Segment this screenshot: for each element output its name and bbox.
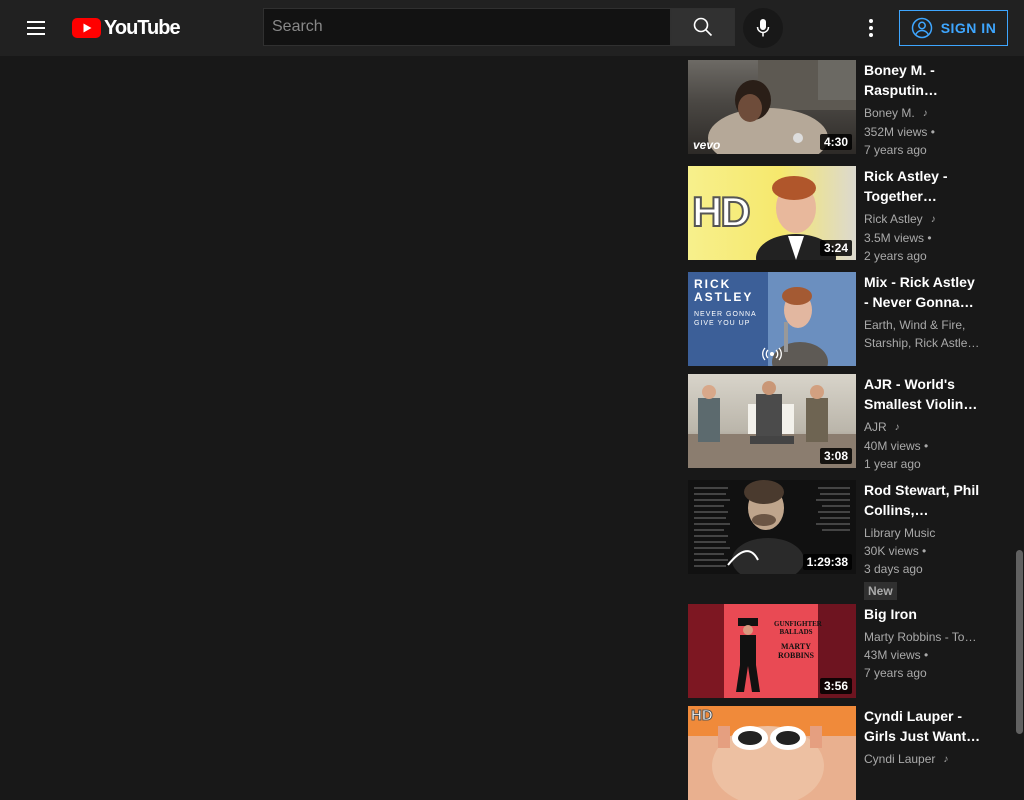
search-button[interactable] [671, 8, 735, 46]
upload-date: 2 years ago [864, 249, 927, 263]
upload-date: 7 years ago [864, 666, 927, 680]
upload-date: 3 days ago [864, 562, 923, 576]
more-vert-icon[interactable] [856, 12, 886, 44]
youtube-logo-icon [72, 18, 101, 38]
video-meta: Rod Stewart, Phil Collins,… Library Musi… [864, 480, 982, 600]
account-circle-icon [911, 17, 932, 39]
video-thumbnail[interactable]: GUNFIGHTER BALLADS MARTY ROBBINS 3:56 [688, 604, 856, 698]
search-icon [693, 17, 713, 37]
video-duration: 3:08 [819, 448, 852, 464]
thumbnail-image [688, 706, 856, 800]
video-meta: Big Iron Marty Robbins - To… 43M views •… [864, 604, 982, 682]
thumbnail-title-text: RICK ASTLEY NEVER GONNA GIVE YOU UP [694, 277, 757, 328]
upload-date: 7 years ago [864, 143, 927, 157]
search-input[interactable] [264, 9, 670, 45]
sign-in-label: SIGN IN [940, 20, 997, 36]
video-title[interactable]: Mix - Rick Astley - Never Gonna Gi… [864, 272, 982, 312]
video-meta: Boney M. - Rasputin (Sopot… Boney M.♪ 35… [864, 60, 982, 159]
video-meta: Mix - Rick Astley - Never Gonna Gi… Eart… [864, 272, 982, 352]
video-thumbnail[interactable]: HD [688, 706, 856, 800]
hd-label: HD [691, 707, 714, 725]
channel-name[interactable]: Library Music [864, 524, 982, 542]
upload-date: 1 year ago [864, 457, 921, 471]
mix-artists-continued: Starship, Rick Astle… [864, 336, 980, 350]
video-thumbnail[interactable]: 1:29:38 [688, 480, 856, 574]
hd-label: HD [691, 187, 752, 236]
video-title[interactable]: Rick Astley - Together Foreve… [864, 166, 982, 206]
voice-search-button[interactable] [743, 8, 783, 48]
view-count: 30K views • [864, 544, 927, 558]
video-thumbnail[interactable]: 3:08 [688, 374, 856, 468]
video-thumbnail[interactable]: vevo 4:30 [688, 60, 856, 154]
sign-in-button[interactable]: SIGN IN [899, 10, 1008, 46]
logo-text: YouTube [104, 16, 181, 39]
search-box [263, 8, 671, 46]
video-thumbnail[interactable]: RICK ASTLEY NEVER GONNA GIVE YOU UP [688, 272, 856, 366]
live-broadcast-icon [762, 347, 782, 361]
menu-icon[interactable] [20, 12, 52, 44]
thumbnail-watermark: vevo [693, 138, 721, 152]
video-title[interactable]: AJR - World's Smallest Violin… [864, 374, 982, 414]
channel-name[interactable]: Rick Astley ♪ [864, 210, 982, 229]
video-duration: 4:30 [819, 134, 852, 150]
video-thumbnail[interactable]: HD 3:24 [688, 166, 856, 260]
view-count: 43M views • [864, 648, 929, 662]
video-meta: Cyndi Lauper - Girls Just Want… Cyndi La… [864, 706, 982, 769]
channel-name[interactable]: Marty Robbins - To… [864, 628, 982, 646]
video-meta: Rick Astley - Together Foreve… Rick Astl… [864, 166, 982, 265]
video-title[interactable]: Big Iron [864, 604, 982, 624]
video-duration: 3:56 [819, 678, 852, 694]
view-count: 3.5M views • [864, 231, 932, 245]
video-duration: 1:29:38 [802, 554, 852, 570]
channel-name[interactable]: AJR ♪ [864, 418, 982, 437]
channel-name[interactable]: Cyndi Lauper ♪ [864, 750, 982, 769]
channel-name[interactable]: Boney M. ♪ [864, 104, 982, 123]
music-note-icon: ♪ [922, 108, 928, 119]
mix-artists[interactable]: Earth, Wind & Fire, [864, 316, 982, 334]
page-scrollbar[interactable] [1016, 56, 1024, 768]
music-note-icon: ♪ [930, 214, 936, 225]
video-meta: AJR - World's Smallest Violin… AJR ♪ 40M … [864, 374, 982, 473]
top-bar: YouTube SIGN IN [0, 0, 1024, 56]
video-duration: 3:24 [819, 240, 852, 256]
music-note-icon: ♪ [943, 754, 949, 765]
view-count: 40M views • [864, 439, 929, 453]
video-title[interactable]: Rod Stewart, Phil Collins,… [864, 480, 982, 520]
new-badge: New [864, 582, 897, 600]
music-note-icon: ♪ [894, 422, 900, 433]
view-count: 352M views • [864, 125, 935, 139]
youtube-logo[interactable]: YouTube [72, 16, 181, 39]
video-title[interactable]: Cyndi Lauper - Girls Just Want… [864, 706, 982, 746]
scrollbar-thumb[interactable] [1016, 550, 1023, 734]
album-cover-text: GUNFIGHTER BALLADS MARTY ROBBINS [774, 620, 822, 660]
video-title[interactable]: Boney M. - Rasputin (Sopot… [864, 60, 982, 100]
microphone-icon [756, 19, 770, 37]
